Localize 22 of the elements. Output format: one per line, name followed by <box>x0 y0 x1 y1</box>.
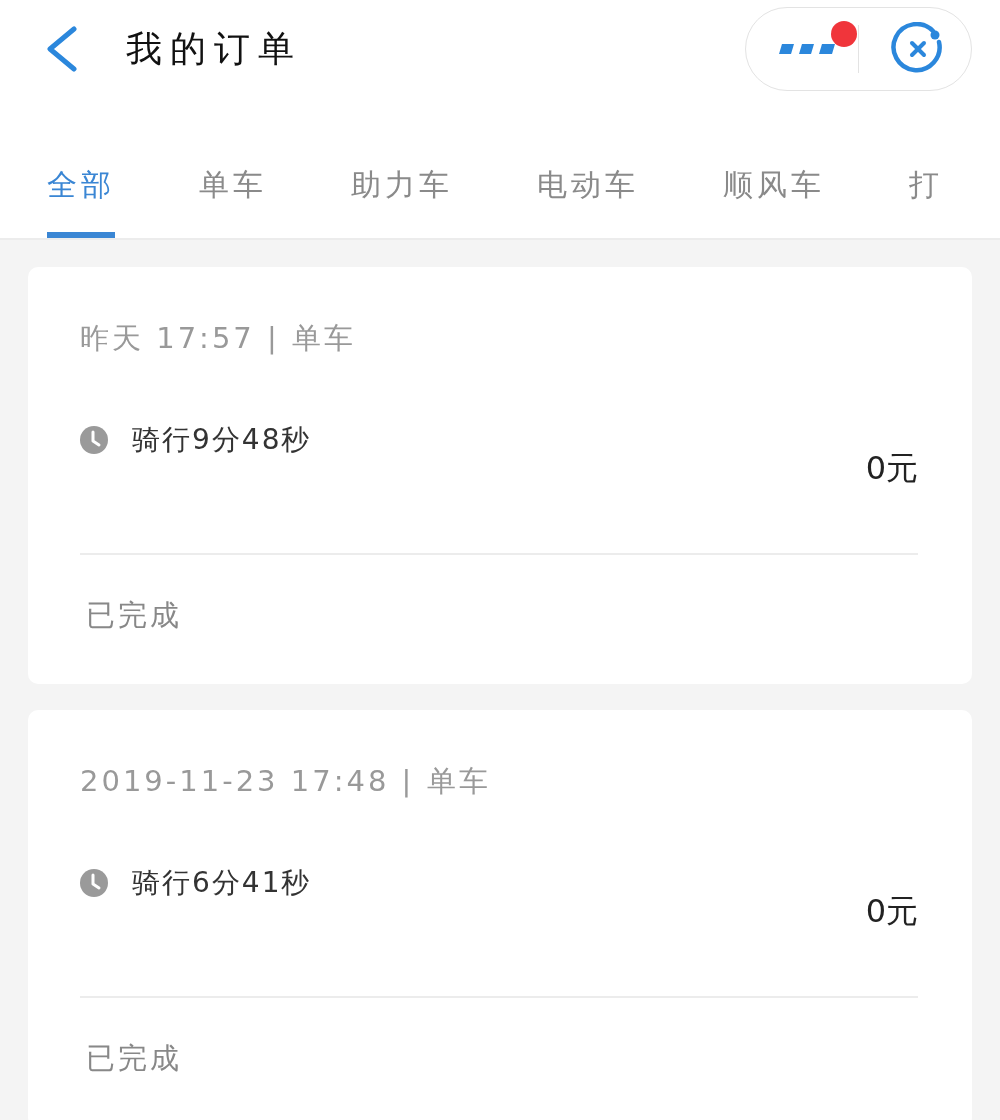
clock-icon <box>80 869 108 897</box>
category-tab[interactable]: 全部 <box>47 98 115 238</box>
order-amount: 0元 <box>865 891 918 932</box>
category-tab[interactable]: 电动车 <box>537 98 639 238</box>
order-status: 已完成 <box>85 597 183 634</box>
more-icon <box>779 44 835 54</box>
back-icon <box>44 26 78 72</box>
order-card[interactable]: 2019-11-23 17:48 | 单车 骑行6分41秒 0元 已完成 <box>28 710 972 1120</box>
order-time-type: 2019-11-23 17:48 | 单车 <box>80 763 492 800</box>
back-button[interactable] <box>44 26 78 72</box>
order-time-type: 昨天 17:57 | 单车 <box>80 320 357 357</box>
page-title: 我的订单 <box>126 27 302 71</box>
order-card[interactable]: 昨天 17:57 | 单车 骑行9分48秒 0元 已完成 <box>28 267 972 684</box>
clock-icon <box>80 426 108 454</box>
order-amount: 0元 <box>865 448 918 489</box>
category-tab[interactable]: 顺风车 <box>723 98 825 238</box>
ride-duration: 骑行9分48秒 <box>132 422 312 458</box>
category-tab[interactable]: 单车 <box>199 98 267 238</box>
category-tab[interactable]: 助力车 <box>351 98 453 238</box>
order-status: 已完成 <box>85 1040 183 1077</box>
ride-duration: 骑行6分41秒 <box>132 865 312 901</box>
category-tab[interactable]: 打 <box>909 98 943 238</box>
